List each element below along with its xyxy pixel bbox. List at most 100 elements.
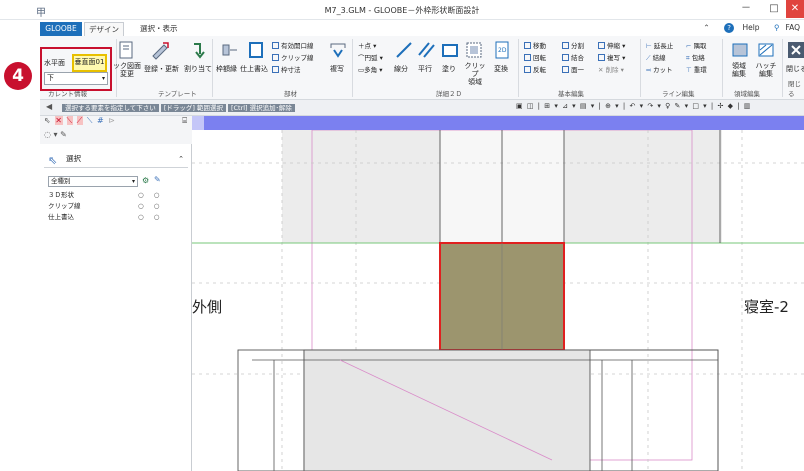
split-icon bbox=[562, 42, 569, 49]
assign-label: 割り当て bbox=[184, 65, 212, 73]
collapse-icon[interactable]: ⌃ bbox=[178, 150, 184, 168]
help-link[interactable]: ? Help bbox=[718, 23, 760, 33]
panel-toggle-icon[interactable]: ◀ bbox=[46, 102, 52, 111]
cross-select-icon: ✕ bbox=[55, 116, 63, 125]
clip-icon bbox=[272, 54, 279, 61]
list-item-label: クリップ線 bbox=[48, 202, 81, 210]
drawing-canvas[interactable]: 外側 寝室-2 bbox=[192, 116, 804, 471]
extend-label: 延長止 bbox=[653, 42, 674, 50]
pencil-icon: ✎ bbox=[60, 130, 67, 139]
delete-button[interactable]: ✕ 削除 ▾ bbox=[598, 64, 624, 74]
help-label: Help bbox=[742, 23, 760, 32]
clip-area-icon[interactable] bbox=[464, 40, 484, 60]
filter-settings-icon[interactable]: ⚙ bbox=[142, 176, 149, 185]
filter-pencil-icon[interactable]: ✎ bbox=[154, 175, 161, 184]
tab-design[interactable]: デザイン bbox=[84, 22, 124, 36]
parallel-label: 平行 bbox=[418, 65, 432, 73]
include-icon: ⌗ bbox=[686, 54, 690, 62]
extend-icon: ⊢ bbox=[646, 42, 652, 50]
chamfer-button[interactable]: ⌐ 隅取 bbox=[686, 40, 707, 50]
area-edit-label: 領域 編集 bbox=[732, 62, 746, 78]
list-item-value: ○ ○ bbox=[138, 191, 164, 199]
select-mode-toolbar[interactable]: ⇖ ✕ ⟍ ⟋ ⟍ # ⊳ ⌸ bbox=[40, 116, 192, 130]
include-button[interactable]: ⌗ 包絡 bbox=[686, 52, 705, 63]
join-button[interactable]: 結合 bbox=[562, 52, 584, 62]
polygon-label: 多角 bbox=[364, 66, 378, 74]
move-label: 移動 bbox=[533, 42, 546, 50]
assign-icon[interactable] bbox=[190, 40, 210, 60]
overlap-button[interactable]: ⊤ 重環 bbox=[686, 64, 707, 74]
list-item[interactable]: クリップ線 ○ ○ bbox=[48, 201, 188, 211]
status-msg-select: 選択する要素を指定して下さい bbox=[62, 104, 159, 112]
select-panel-header[interactable]: ⇖ 選択 ⌃ bbox=[44, 150, 188, 168]
svg-text:2D: 2D bbox=[498, 47, 507, 54]
list-item-label: ３Ｄ形状 bbox=[48, 191, 74, 199]
drawing-change-icon[interactable] bbox=[116, 40, 136, 60]
faq-link[interactable]: ⚲ FAQ bbox=[768, 23, 800, 32]
ribbon: 水平面 下 ▾ カレント情報 ック図面 変更 登録・更新 割り当て テンプレート… bbox=[40, 36, 804, 100]
view-toolbar[interactable]: ▣ ◫ | ⊞ ▾ ⊿ ▾ ▤ ▾ | ⊕ ▾ | ↶ ▾ ↷ ▾ ♀ ✎ ▾ … bbox=[516, 102, 751, 110]
frame-line-icon[interactable] bbox=[220, 40, 240, 60]
move-button[interactable]: 移動 bbox=[524, 40, 546, 50]
grid-select-icon: # bbox=[96, 116, 105, 125]
list-item-value: ○ ○ bbox=[138, 213, 164, 221]
app-window: 甲 M7_3.GLM - GLOOBE－外枠形状断面設計 － □ ✕ GLOOB… bbox=[0, 0, 804, 471]
split-button[interactable]: 分割 bbox=[562, 40, 584, 50]
delete-label: 削除 bbox=[605, 66, 619, 74]
divider bbox=[352, 39, 353, 97]
convert-label: 変換 bbox=[494, 65, 508, 73]
copy-edit-button[interactable]: 複写 ▾ bbox=[598, 52, 625, 62]
ruler-corner bbox=[192, 116, 204, 130]
status-msg-drag: [ドラッグ] 範囲選択 bbox=[160, 104, 226, 112]
list-item-value: ○ ○ bbox=[138, 202, 164, 210]
list-item-label: 仕上書込 bbox=[48, 213, 74, 221]
one-side-button[interactable]: 面一 bbox=[562, 64, 584, 74]
help-area: ⌃ ? Help ⚲ FAQ bbox=[697, 23, 800, 33]
area-edit-icon[interactable] bbox=[730, 40, 750, 60]
move-icon bbox=[524, 42, 531, 49]
rotate-button[interactable]: 回転 bbox=[524, 52, 546, 62]
finish-write-label: 仕上書込 bbox=[240, 65, 268, 73]
line-icon[interactable] bbox=[394, 40, 414, 60]
arc-button[interactable]: ⌒円弧 ▾ bbox=[358, 52, 383, 62]
stretch-button[interactable]: 伸縮 ▾ bbox=[598, 40, 625, 50]
finish-write-icon[interactable] bbox=[246, 40, 266, 60]
close-button[interactable]: ✕ bbox=[786, 0, 804, 18]
vertical-plane-button[interactable]: 垂直面01 bbox=[72, 54, 107, 72]
clip-line-button[interactable]: クリップ線 bbox=[272, 52, 314, 62]
select-options-toolbar[interactable]: ◌ ▾ ✎ bbox=[40, 130, 192, 144]
minimize-button[interactable]: － bbox=[734, 0, 758, 18]
list-item[interactable]: 仕上書込 ○ ○ bbox=[48, 212, 188, 222]
hatch-edit-icon[interactable] bbox=[756, 40, 776, 60]
mirror-button[interactable]: 反転 bbox=[524, 64, 546, 74]
tab-file[interactable]: GLOOBE bbox=[40, 22, 82, 36]
maximize-button[interactable]: □ bbox=[762, 0, 786, 18]
convert-icon[interactable]: 2D bbox=[492, 40, 512, 60]
copy-edit-icon bbox=[598, 54, 605, 61]
type-filter-combo[interactable]: 全種別 ▾ bbox=[48, 176, 138, 187]
ribbon-collapse-icon[interactable]: ⌃ bbox=[703, 23, 709, 32]
mirror-label: 反転 bbox=[533, 66, 546, 74]
left-panel: ⇖ ✕ ⟍ ⟋ ⟍ # ⊳ ⌸ ◌ ▾ ✎ ⇖ 選択 ⌃ 全種別 ▾ ⚙ ✎ ３… bbox=[40, 116, 192, 471]
list-item[interactable]: ３Ｄ形状 ○ ○ bbox=[48, 190, 188, 200]
copy-icon[interactable] bbox=[328, 40, 348, 60]
extend-button[interactable]: ⊢ 延長止 bbox=[646, 40, 673, 50]
dimension-icon bbox=[272, 66, 279, 73]
tab-select-view[interactable]: 選択・表示 bbox=[134, 22, 184, 36]
point-button[interactable]: ＋点 ▾ bbox=[358, 40, 376, 50]
cut-button[interactable]: ⫤ カット bbox=[646, 64, 672, 75]
room-label-outside: 外側 bbox=[192, 298, 223, 316]
help-icon: ? bbox=[724, 23, 735, 33]
polygon-button[interactable]: ▭多角 ▾ bbox=[358, 64, 383, 74]
connect-button[interactable]: ⟋ 結線 bbox=[646, 52, 666, 63]
frame-dim-button[interactable]: 枠寸法 bbox=[272, 64, 301, 74]
fill-icon[interactable] bbox=[440, 40, 460, 60]
effective-opening-button[interactable]: 有効開口線 bbox=[272, 40, 314, 50]
group-label-detail2d: 詳細２Ｄ bbox=[436, 90, 462, 98]
parallel-icon[interactable] bbox=[416, 40, 436, 60]
close-mode-icon[interactable] bbox=[786, 40, 804, 60]
section-drawing[interactable] bbox=[192, 130, 804, 471]
register-icon[interactable] bbox=[150, 40, 170, 60]
register-label: 登録・更新 bbox=[144, 65, 179, 73]
connect-label: 結線 bbox=[652, 54, 666, 62]
